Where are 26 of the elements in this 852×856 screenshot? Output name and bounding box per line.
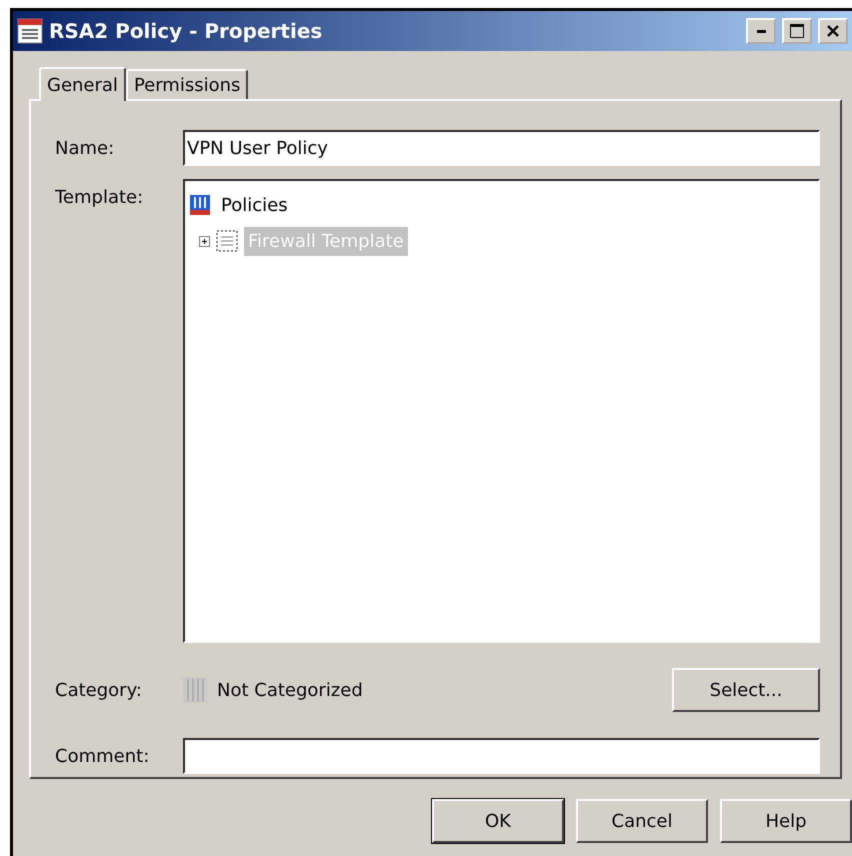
category-icon [183, 677, 207, 703]
comment-field[interactable] [183, 738, 820, 774]
field-label: Category: [55, 680, 143, 700]
category-value: Not Categorized [217, 680, 364, 700]
name-field[interactable]: VPN User Policy [183, 130, 820, 166]
field-label: Comment: [55, 746, 150, 766]
maximize-icon [790, 24, 804, 38]
close-icon [827, 25, 839, 37]
tab[interactable]: Permissions [126, 69, 248, 99]
expand-icon[interactable] [199, 236, 210, 246]
window-icon [17, 18, 43, 44]
dialog-button[interactable]: OK [432, 799, 564, 843]
field-label: Template: [55, 186, 144, 208]
window-title: RSA2 Policy - Properties [49, 19, 324, 43]
policies-icon [189, 194, 211, 216]
maximize-button[interactable] [782, 18, 812, 44]
tree-item[interactable]: Policies [217, 190, 292, 220]
tab[interactable]: General [39, 67, 126, 101]
minimize-button[interactable] [746, 18, 776, 44]
minimize-icon [756, 30, 766, 32]
dialog-button[interactable]: Help [720, 799, 852, 843]
close-button[interactable] [818, 18, 848, 44]
select-button[interactable]: Select... [672, 668, 820, 712]
dialog-button[interactable]: Cancel [576, 799, 708, 843]
field-label: Name: [55, 138, 116, 158]
template-icon [216, 230, 238, 252]
